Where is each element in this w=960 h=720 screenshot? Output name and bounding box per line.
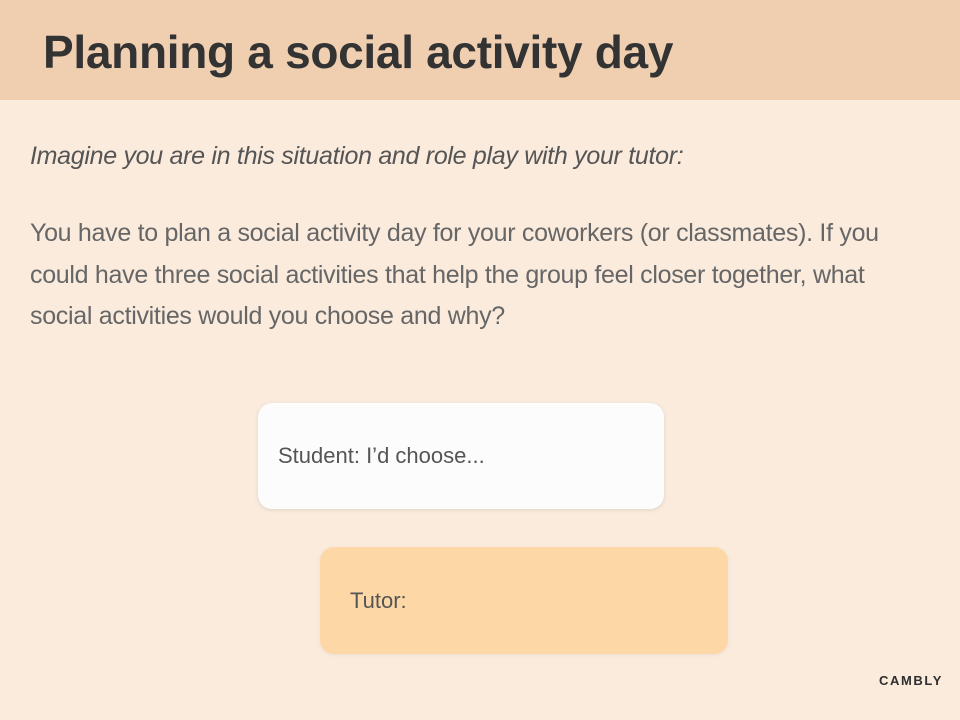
scenario-prompt: You have to plan a social activity day f… [30, 219, 879, 330]
cambly-logo: CAMBLY [879, 673, 944, 688]
page-title: Planning a social activity day [43, 26, 674, 78]
tutor-line: Tutor: [350, 587, 407, 613]
instruction-text: Imagine you are in this situation and ro… [30, 142, 684, 170]
student-line: Student: I’d choose... [278, 443, 485, 468]
student-speech-bubble: Student: I’d choose... [258, 403, 664, 509]
header-banner: Planning a social activity day [0, 0, 960, 100]
tutor-speech-bubble: Tutor: [320, 547, 728, 654]
